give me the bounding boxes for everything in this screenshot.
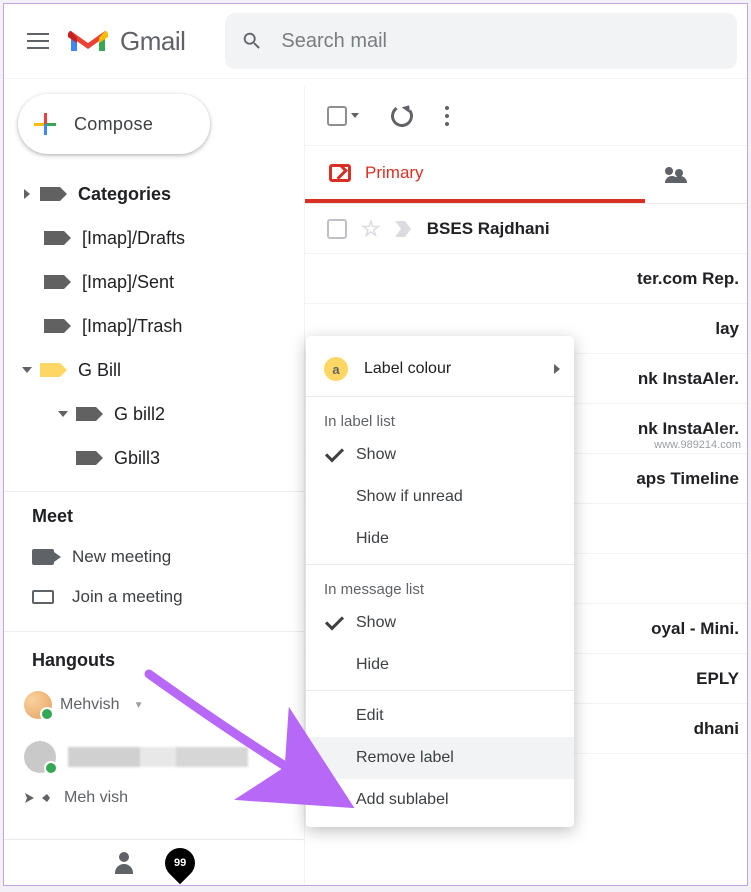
sidebar-item-imap-trash[interactable]: [Imap]/Trash: [4, 304, 292, 348]
category-tabs: Primary: [305, 146, 747, 204]
hangouts-username: Mehvish: [60, 696, 120, 714]
tab-primary[interactable]: Primary: [305, 146, 645, 203]
contacts-tab[interactable]: [113, 852, 135, 874]
sender-name: BSES Rajdhani: [427, 219, 550, 239]
label-icon: [40, 187, 60, 201]
sidebar-item-imap-sent[interactable]: [Imap]/Sent: [4, 260, 292, 304]
sender-tail: lay: [715, 319, 739, 339]
sender-tail: EPLY: [696, 669, 739, 689]
meet-label: New meeting: [72, 547, 171, 567]
chevron-down-icon: ▼: [134, 700, 144, 711]
label-icon: [44, 319, 64, 333]
menu-item-hide[interactable]: Hide: [306, 518, 574, 560]
gmail-logo[interactable]: [68, 26, 108, 56]
menu-separator: [306, 396, 574, 397]
avatar: [24, 741, 56, 773]
menu-separator: [306, 564, 574, 565]
sender-tail: nk InstaAler.: [638, 369, 739, 389]
search-icon: [241, 30, 263, 52]
menu-group-label: In message list: [306, 569, 574, 602]
sidebar-label: Gbill3: [114, 448, 160, 469]
hangouts-contact-name: Meh vish: [64, 789, 128, 807]
app-header: Gmail Search mail: [4, 4, 747, 79]
search-bar[interactable]: Search mail: [225, 13, 737, 69]
menu-item-label-colour[interactable]: a Label colour: [306, 346, 574, 392]
label-icon: [44, 231, 64, 245]
sender-tail: nk InstaAler.: [638, 419, 739, 439]
inbox-icon: [329, 164, 351, 182]
caret-down-icon: [58, 411, 68, 417]
sidebar-label: G bill2: [114, 404, 165, 425]
sidebar-label: Categories: [78, 184, 171, 205]
menu-item-show[interactable]: Show: [306, 434, 574, 476]
brand-name: Gmail: [120, 26, 185, 57]
sender-tail: dhani: [694, 719, 739, 739]
checkbox-icon: [327, 106, 347, 126]
sidebar-label: G Bill: [78, 360, 121, 381]
watermark: www.989214.com: [654, 439, 741, 451]
chevron-right-icon: [554, 364, 560, 374]
main-menu-button[interactable]: [14, 17, 62, 65]
color-swatch-icon: a: [324, 357, 348, 381]
sender-tail: ter.com Rep.: [637, 269, 739, 289]
hamburger-icon: [27, 40, 49, 42]
message-row[interactable]: ☆ BSES Rajdhani: [305, 204, 747, 254]
select-all-dropdown[interactable]: [327, 106, 359, 126]
tab-label: Primary: [365, 163, 424, 183]
refresh-button[interactable]: [389, 103, 414, 128]
menu-label: Show if unread: [356, 488, 463, 506]
chevron-down-icon: [351, 113, 359, 118]
plus-icon: [34, 113, 56, 135]
compose-button[interactable]: Compose: [18, 94, 210, 154]
message-row[interactable]: ter.com Rep.: [305, 254, 747, 304]
label-icon: [44, 275, 64, 289]
sender-tail: aps Timeline: [636, 469, 739, 489]
camera-icon: [32, 549, 54, 565]
more-actions-button[interactable]: [445, 114, 449, 118]
sidebar-item-categories[interactable]: Categories: [4, 172, 292, 216]
caret-right-icon: [24, 189, 30, 199]
checkbox[interactable]: [327, 219, 347, 239]
sidebar-item-gbill3[interactable]: Gbill3: [4, 436, 292, 480]
plane-icon: [24, 789, 52, 807]
sidebar-item-gbill2[interactable]: G bill2: [4, 392, 292, 436]
menu-group-label: In label list: [306, 401, 574, 434]
compose-label: Compose: [74, 114, 153, 135]
label-icon: [76, 407, 96, 421]
sidebar-label: [Imap]/Drafts: [82, 228, 185, 249]
sidebar-item-imap-drafts[interactable]: [Imap]/Drafts: [4, 216, 292, 260]
avatar: [24, 691, 52, 719]
menu-label: Hide: [356, 530, 389, 548]
sidebar-label: [Imap]/Trash: [82, 316, 182, 337]
tab-social[interactable]: [645, 146, 707, 203]
star-icon[interactable]: ☆: [361, 216, 381, 242]
menu-label: Show: [356, 614, 396, 632]
keyboard-icon: [32, 590, 54, 604]
sender-tail: oyal - Mini.: [651, 619, 739, 639]
hangouts-bottom-tabs: [4, 839, 304, 885]
search-placeholder: Search mail: [281, 30, 387, 53]
hangouts-tab[interactable]: [159, 841, 201, 883]
menu-label: Label colour: [364, 360, 451, 378]
join-meeting-button[interactable]: Join a meeting: [4, 577, 304, 617]
important-icon[interactable]: [395, 221, 413, 237]
sidebar-label: [Imap]/Sent: [82, 272, 174, 293]
annotation-arrow: [144, 669, 374, 834]
new-meeting-button[interactable]: New meeting: [4, 537, 304, 577]
menu-item-msg-show[interactable]: Show: [306, 602, 574, 644]
menu-label: Show: [356, 446, 396, 464]
caret-down-icon: [22, 367, 32, 373]
mail-toolbar: [305, 86, 747, 146]
label-icon: [40, 363, 60, 377]
sidebar-item-gbill[interactable]: G Bill: [4, 348, 292, 392]
menu-item-show-unread[interactable]: Show if unread: [306, 476, 574, 518]
people-icon: [665, 167, 687, 183]
label-icon: [76, 451, 96, 465]
meet-label: Join a meeting: [72, 587, 183, 607]
meet-section-title: Meet: [4, 492, 304, 537]
